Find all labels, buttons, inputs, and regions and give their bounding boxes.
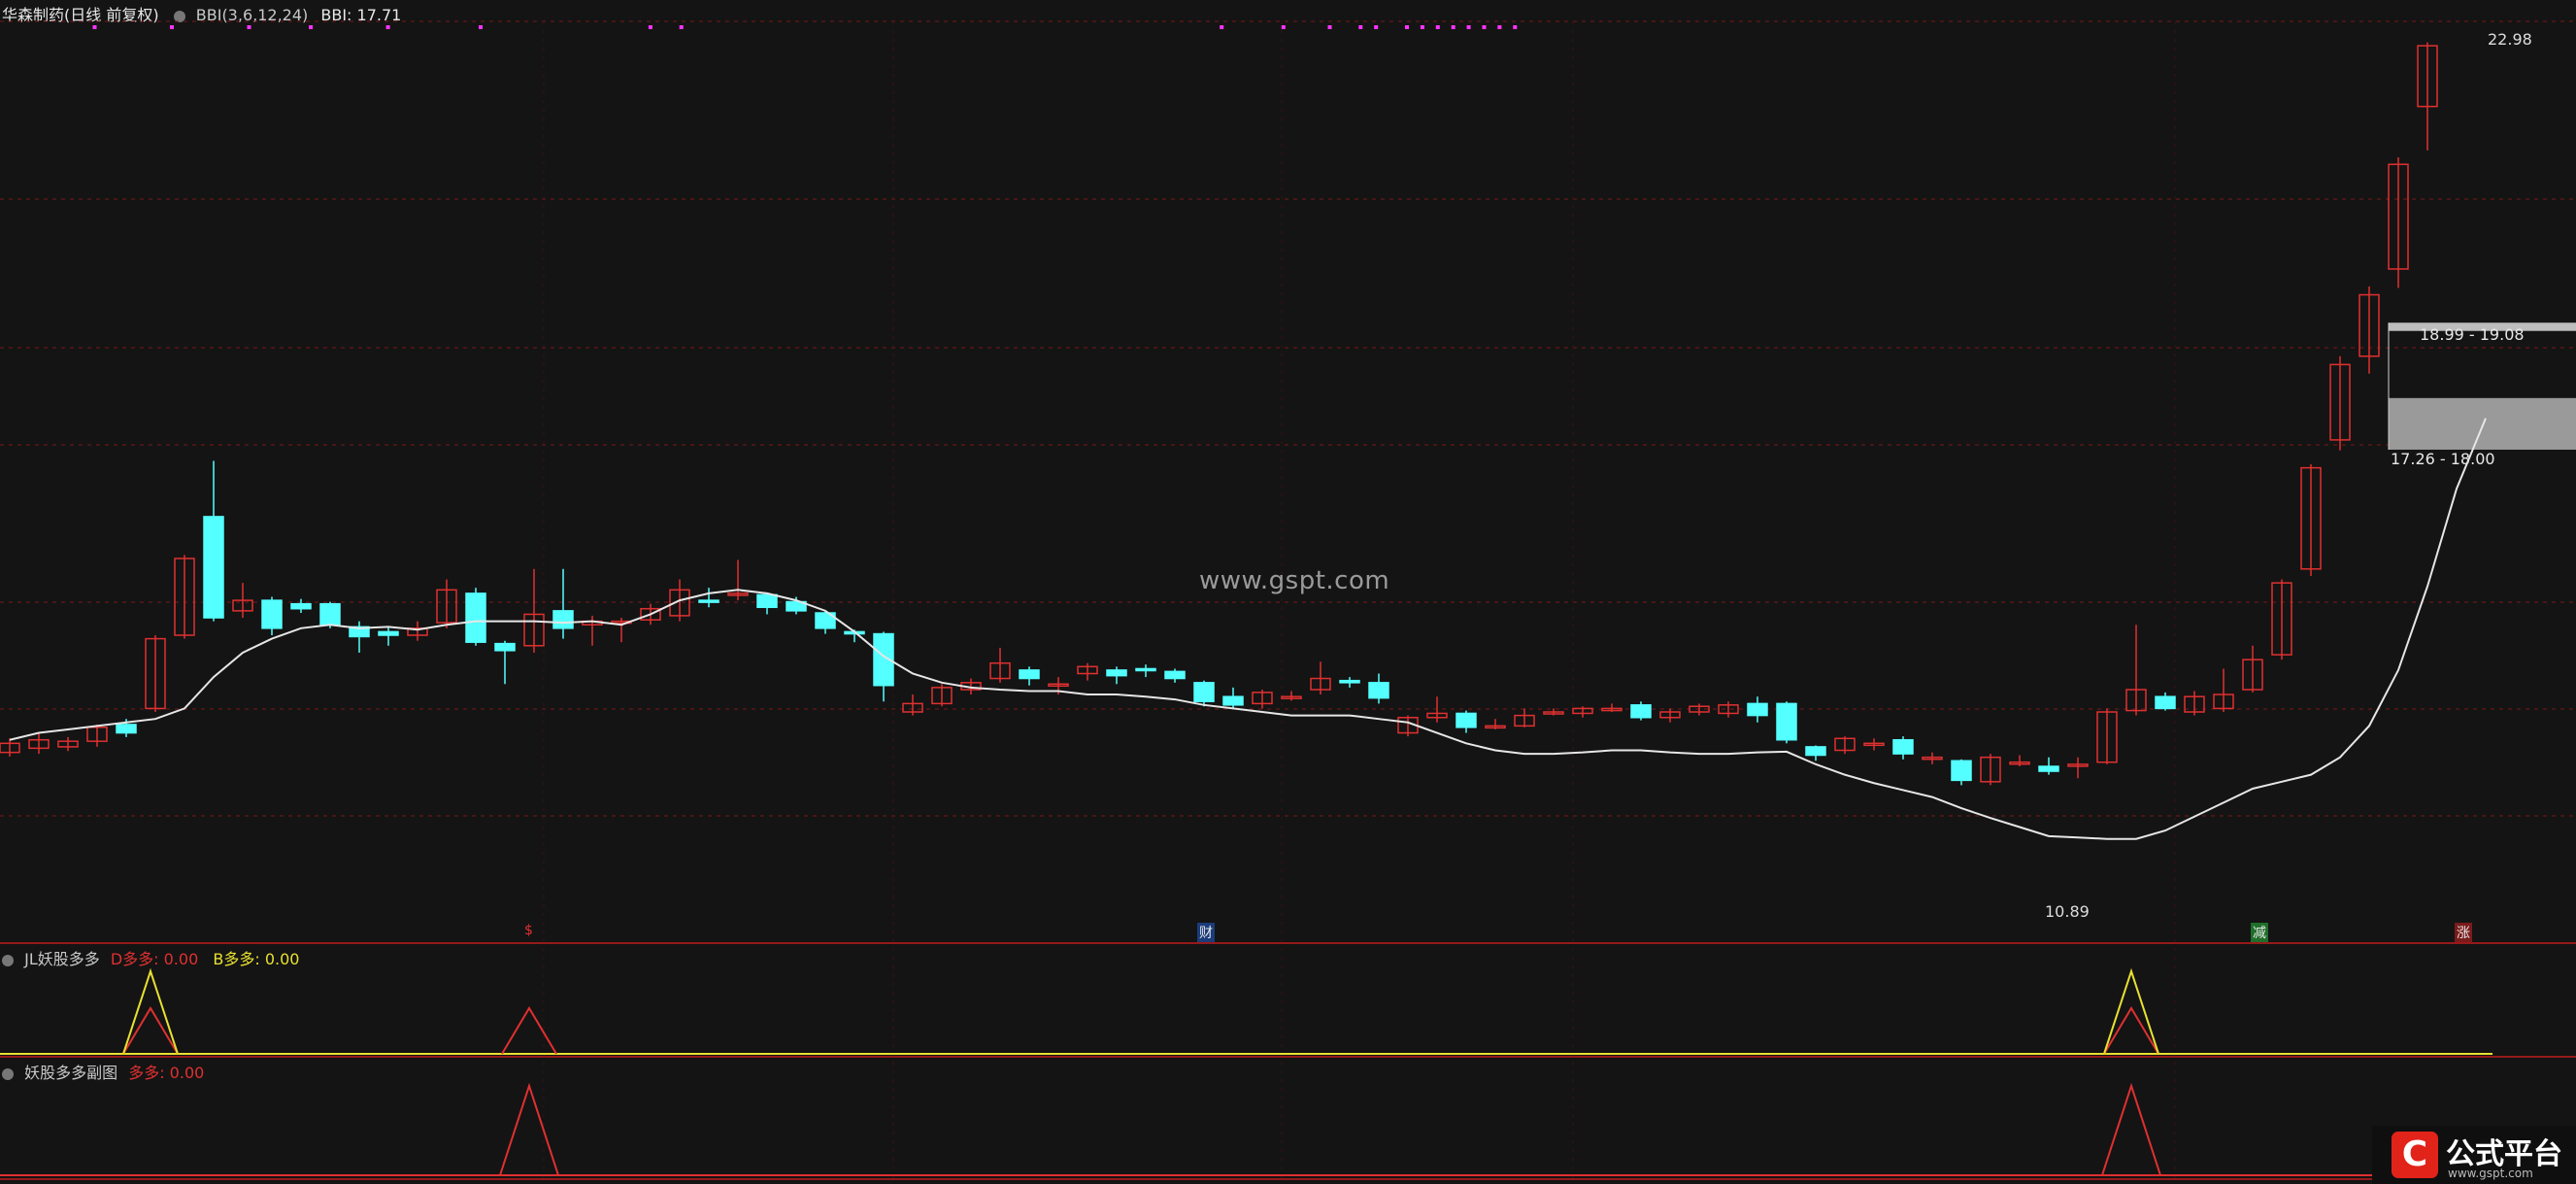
candle-body [1892,738,1914,755]
low-annotation: 10.89 [2045,902,2090,921]
sub1-lines [0,967,2492,1055]
candle-body [116,724,137,734]
signal-dot [1358,25,1363,29]
signal-dot [1220,25,1224,29]
candle-body [290,602,312,610]
candle-body [1019,669,1040,680]
candle-body [1368,682,1389,699]
candle-body [465,592,486,643]
signal-dot [1451,25,1455,29]
watermark: www.gspt.com [1199,566,1390,595]
candle-body [1747,702,1768,717]
sub2-lines [0,1082,2492,1176]
logo-url: www.gspt.com [2448,1167,2533,1180]
candle-body [1455,712,1477,728]
candle-body [1135,667,1156,672]
zone-upper-label: 18.99 - 19.08 [2420,325,2525,344]
candle-body [1164,670,1186,680]
signal-dot [1435,25,1440,29]
signal-dot [1482,25,1487,29]
marker-zhang[interactable]: 涨 [2455,923,2472,942]
candle-body [494,642,516,652]
candle-body [1222,695,1244,706]
zone-lower-label: 17.26 - 18.00 [2391,450,2495,468]
candle-body [1776,702,1797,741]
candles [0,42,2438,786]
candle-body [1630,704,1652,719]
zone-lower-band [2389,397,2576,450]
site-logo: C 公式平台 www.gspt.com [2372,1126,2576,1184]
candle-body [2155,695,2176,710]
marker-cai[interactable]: 财 [1197,923,1215,942]
candle-body [1951,760,1972,782]
candle-body [378,630,399,636]
signal-dot [1327,25,1332,29]
signal-dot [1405,25,1409,29]
signal-dot [92,25,97,29]
signal-dot [1513,25,1518,29]
signal-dot [1497,25,1502,29]
sub2-peak [499,1082,559,1176]
signal-dot [170,25,174,29]
signal-dot [479,25,483,29]
price-annotations: 22.98 10.89 18.99 - 19.08 17.26 - 18.00 [2045,30,2532,921]
candle-body [319,602,341,626]
signal-dot [1281,25,1286,29]
signal-dot [309,25,314,29]
d-peak [501,1006,557,1055]
logo-c-icon: C [2392,1132,2438,1178]
bbi-series [9,418,2487,840]
candle-body [698,599,719,603]
candle-body [203,516,224,619]
high-annotation: 22.98 [2488,30,2532,49]
signal-dot [648,25,652,29]
marker-jian[interactable]: 减 [2251,923,2268,942]
candle-body [1106,669,1127,677]
grid-lines [0,20,2576,1180]
signal-dot [1374,25,1379,29]
stock-chart-window: 华森制药(日线 前复权) BBI(3,6,12,24) BBI: 17.71 J… [0,0,2576,1184]
signal-dot [247,25,251,29]
candle-body [2038,765,2059,772]
signal-dot [679,25,684,29]
marker-s[interactable]: $ [524,923,533,938]
signal-dot [1420,25,1424,29]
candle-body [756,593,778,609]
candle-body [1805,746,1826,757]
candle-body [1339,679,1360,684]
candle-body [261,599,283,629]
sub2-peak [2101,1082,2161,1176]
candle-body [1193,682,1215,702]
signal-dots [92,25,1518,29]
bbi-line [9,418,2487,840]
candle-body [552,610,574,629]
signal-dot [1466,25,1471,29]
signal-dot [385,25,390,29]
